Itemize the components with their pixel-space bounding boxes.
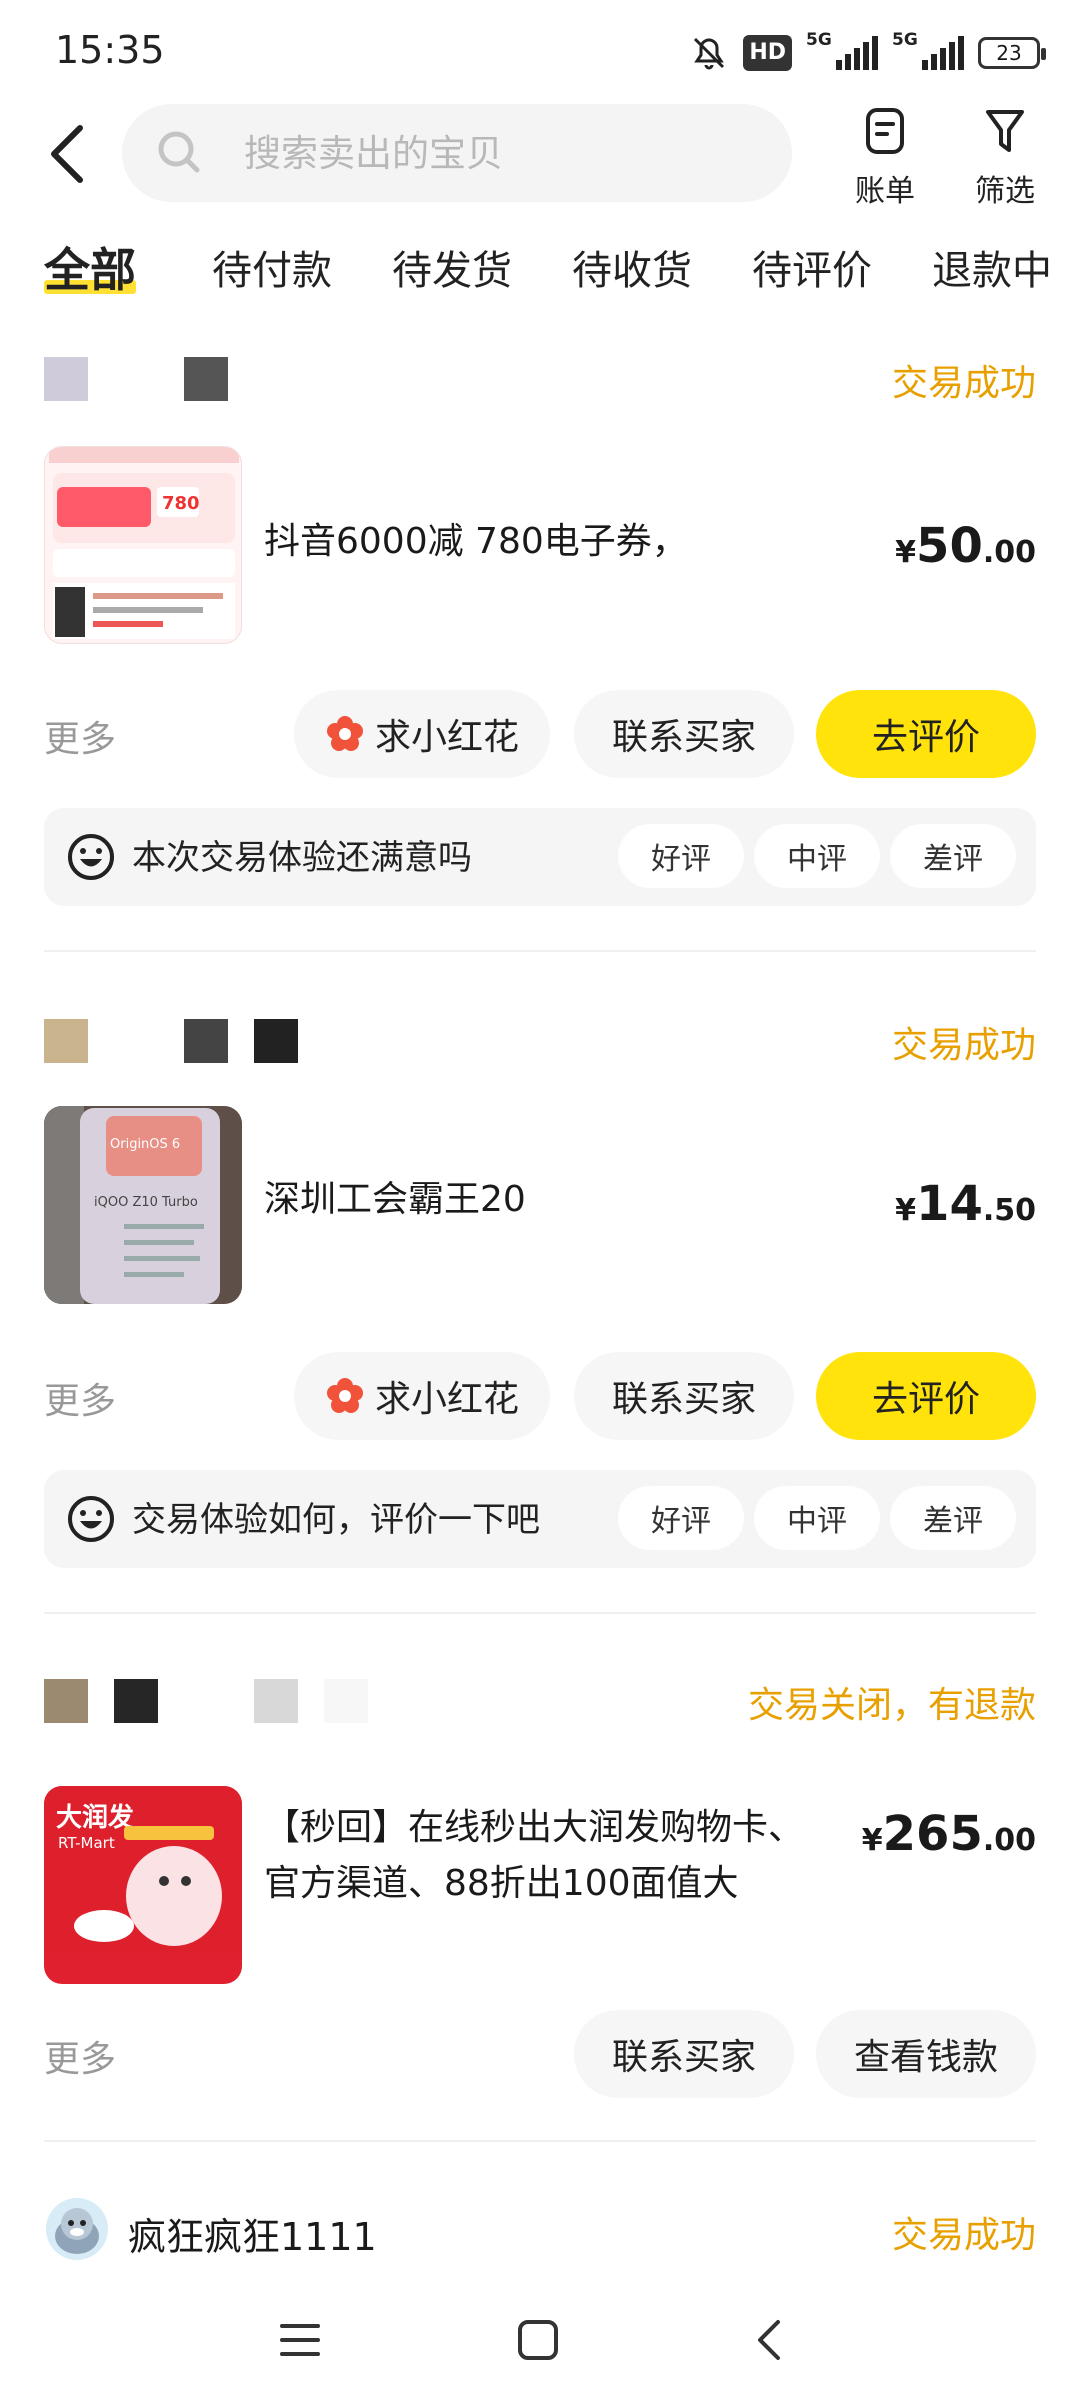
ask-flower-button[interactable]: 求小红花 [294, 1352, 550, 1440]
signal-icon-1: 5G [806, 30, 878, 70]
more-button[interactable]: 更多 [44, 710, 116, 762]
review-button[interactable]: 去评价 [816, 690, 1036, 778]
order-status: 交易成功 [891, 2215, 1036, 2256]
bill-label: 账单 [855, 174, 915, 209]
bill-button[interactable]: 账单 [840, 104, 930, 210]
home-icon[interactable] [508, 2310, 568, 2370]
flower-icon [326, 716, 363, 751]
product-thumbnail[interactable]: OriginOS 6 iQOO Z10 Turbo [44, 1106, 242, 1304]
tab-pending-review[interactable]: 待评价 [752, 238, 872, 296]
smiley-icon [68, 1496, 114, 1542]
contact-buyer-button[interactable]: 联系买家 [574, 1352, 794, 1440]
more-button[interactable]: 更多 [44, 2030, 116, 2082]
thumb-text: iQOO Z10 Turbo [94, 1195, 198, 1210]
buyer-name[interactable]: 疯狂疯狂1111 [128, 2206, 377, 2261]
nav-back-icon[interactable] [740, 2310, 800, 2370]
divider [44, 1612, 1036, 1614]
tab-refunding[interactable]: 退款中 [932, 238, 1052, 296]
product-price: ¥50.00 [895, 518, 1036, 574]
neutral-review-chip[interactable]: 中评 [754, 1486, 880, 1550]
product-thumbnail[interactable]: 大润发 RT-Mart [44, 1786, 242, 1984]
order-tabs: 全部 待付款 待发货 待收货 待评价 退款中 [0, 238, 1080, 308]
good-review-chip[interactable]: 好评 [618, 824, 744, 888]
divider [44, 950, 1036, 952]
seller-name-redacted [44, 1678, 368, 1724]
seller-name-redacted [44, 356, 228, 402]
review-question: 本次交易体验还满意吗 [132, 838, 472, 878]
search-icon [158, 131, 200, 173]
back-icon [51, 125, 83, 183]
ask-flower-button[interactable]: 求小红花 [294, 690, 550, 778]
contact-buyer-button[interactable]: 联系买家 [574, 2010, 794, 2098]
smiley-icon [68, 834, 114, 880]
search-bar[interactable] [122, 104, 792, 202]
mute-bell-icon [694, 37, 725, 70]
tab-all[interactable]: 全部 [44, 234, 136, 300]
tab-label: 全部 [44, 243, 136, 297]
order-status: 交易关闭，有退款 [747, 1685, 1036, 1726]
view-payment-button[interactable]: 查看钱款 [816, 2010, 1036, 2098]
review-button[interactable]: 去评价 [816, 1352, 1036, 1440]
battery-level: 23 [996, 41, 1022, 65]
system-nav-bar [0, 2280, 1080, 2400]
filter-button[interactable]: 筛选 [960, 104, 1050, 210]
bad-review-chip[interactable]: 差评 [890, 1486, 1016, 1550]
order-status: 交易成功 [891, 363, 1036, 404]
thumb-text: 780 [162, 493, 200, 514]
product-title[interactable]: 抖音6000减 780电子券， [264, 514, 688, 570]
filter-icon [986, 110, 1024, 152]
bill-icon [866, 108, 904, 154]
thumb-text: OriginOS 6 [110, 1137, 180, 1152]
product-thumbnail[interactable]: 780 [44, 446, 242, 644]
contact-buyer-button[interactable]: 联系买家 [574, 690, 794, 778]
flower-icon [326, 1378, 363, 1413]
menu-icon[interactable] [270, 2310, 330, 2370]
battery-icon: 23 [978, 37, 1046, 69]
product-title[interactable]: 【秒回】在线秒出大润发购物卡、 官方渠道、88折出100面值大 [264, 1800, 804, 1912]
signal-icon-2: 5G [892, 30, 964, 70]
review-question: 交易体验如何，评价一下吧 [132, 1500, 540, 1540]
order-card[interactable]: 交易成功 OriginOS 6 iQOO Z10 Turbo 深圳工会霸王20 … [44, 1012, 1036, 1572]
status-icons: HD 5G 5G 23 [689, 30, 1046, 76]
product-price: ¥14.50 [895, 1176, 1036, 1232]
tab-pending-receipt[interactable]: 待收货 [572, 238, 692, 296]
status-time: 15:35 [55, 28, 165, 72]
divider [44, 2140, 1036, 2142]
thumb-text: 大润发 [56, 1802, 134, 1833]
neutral-review-chip[interactable]: 中评 [754, 824, 880, 888]
order-card[interactable]: 疯狂疯狂1111 交易成功 [44, 2196, 1036, 2276]
good-review-chip[interactable]: 好评 [618, 1486, 744, 1550]
order-card[interactable]: 交易关闭，有退款 大润发 RT-Mart 【秒回】在线秒出大润发购物卡、 官方渠… [44, 1672, 1036, 2152]
buyer-avatar [46, 2198, 108, 2260]
hd-badge: HD [743, 35, 792, 71]
review-prompt: 交易体验如何，评价一下吧 好评 中评 差评 [44, 1470, 1036, 1568]
filter-label: 筛选 [975, 174, 1035, 209]
order-status: 交易成功 [891, 1025, 1036, 1066]
tab-pending-shipment[interactable]: 待发货 [392, 238, 512, 296]
order-card[interactable]: 交易成功 780 抖音6000减 780电子券， ¥50.00 更多 求小红花 … [44, 350, 1036, 910]
review-prompt: 本次交易体验还满意吗 好评 中评 差评 [44, 808, 1036, 906]
seller-name-redacted [44, 1018, 298, 1064]
search-input[interactable] [242, 130, 746, 176]
more-button[interactable]: 更多 [44, 1372, 116, 1424]
product-price: ¥265.00 [861, 1806, 1036, 1862]
bad-review-chip[interactable]: 差评 [890, 824, 1016, 888]
back-button[interactable] [40, 118, 104, 190]
thumb-text: RT-Mart [58, 1834, 115, 1852]
tab-pending-payment[interactable]: 待付款 [212, 238, 332, 296]
product-title[interactable]: 深圳工会霸王20 [264, 1172, 526, 1228]
